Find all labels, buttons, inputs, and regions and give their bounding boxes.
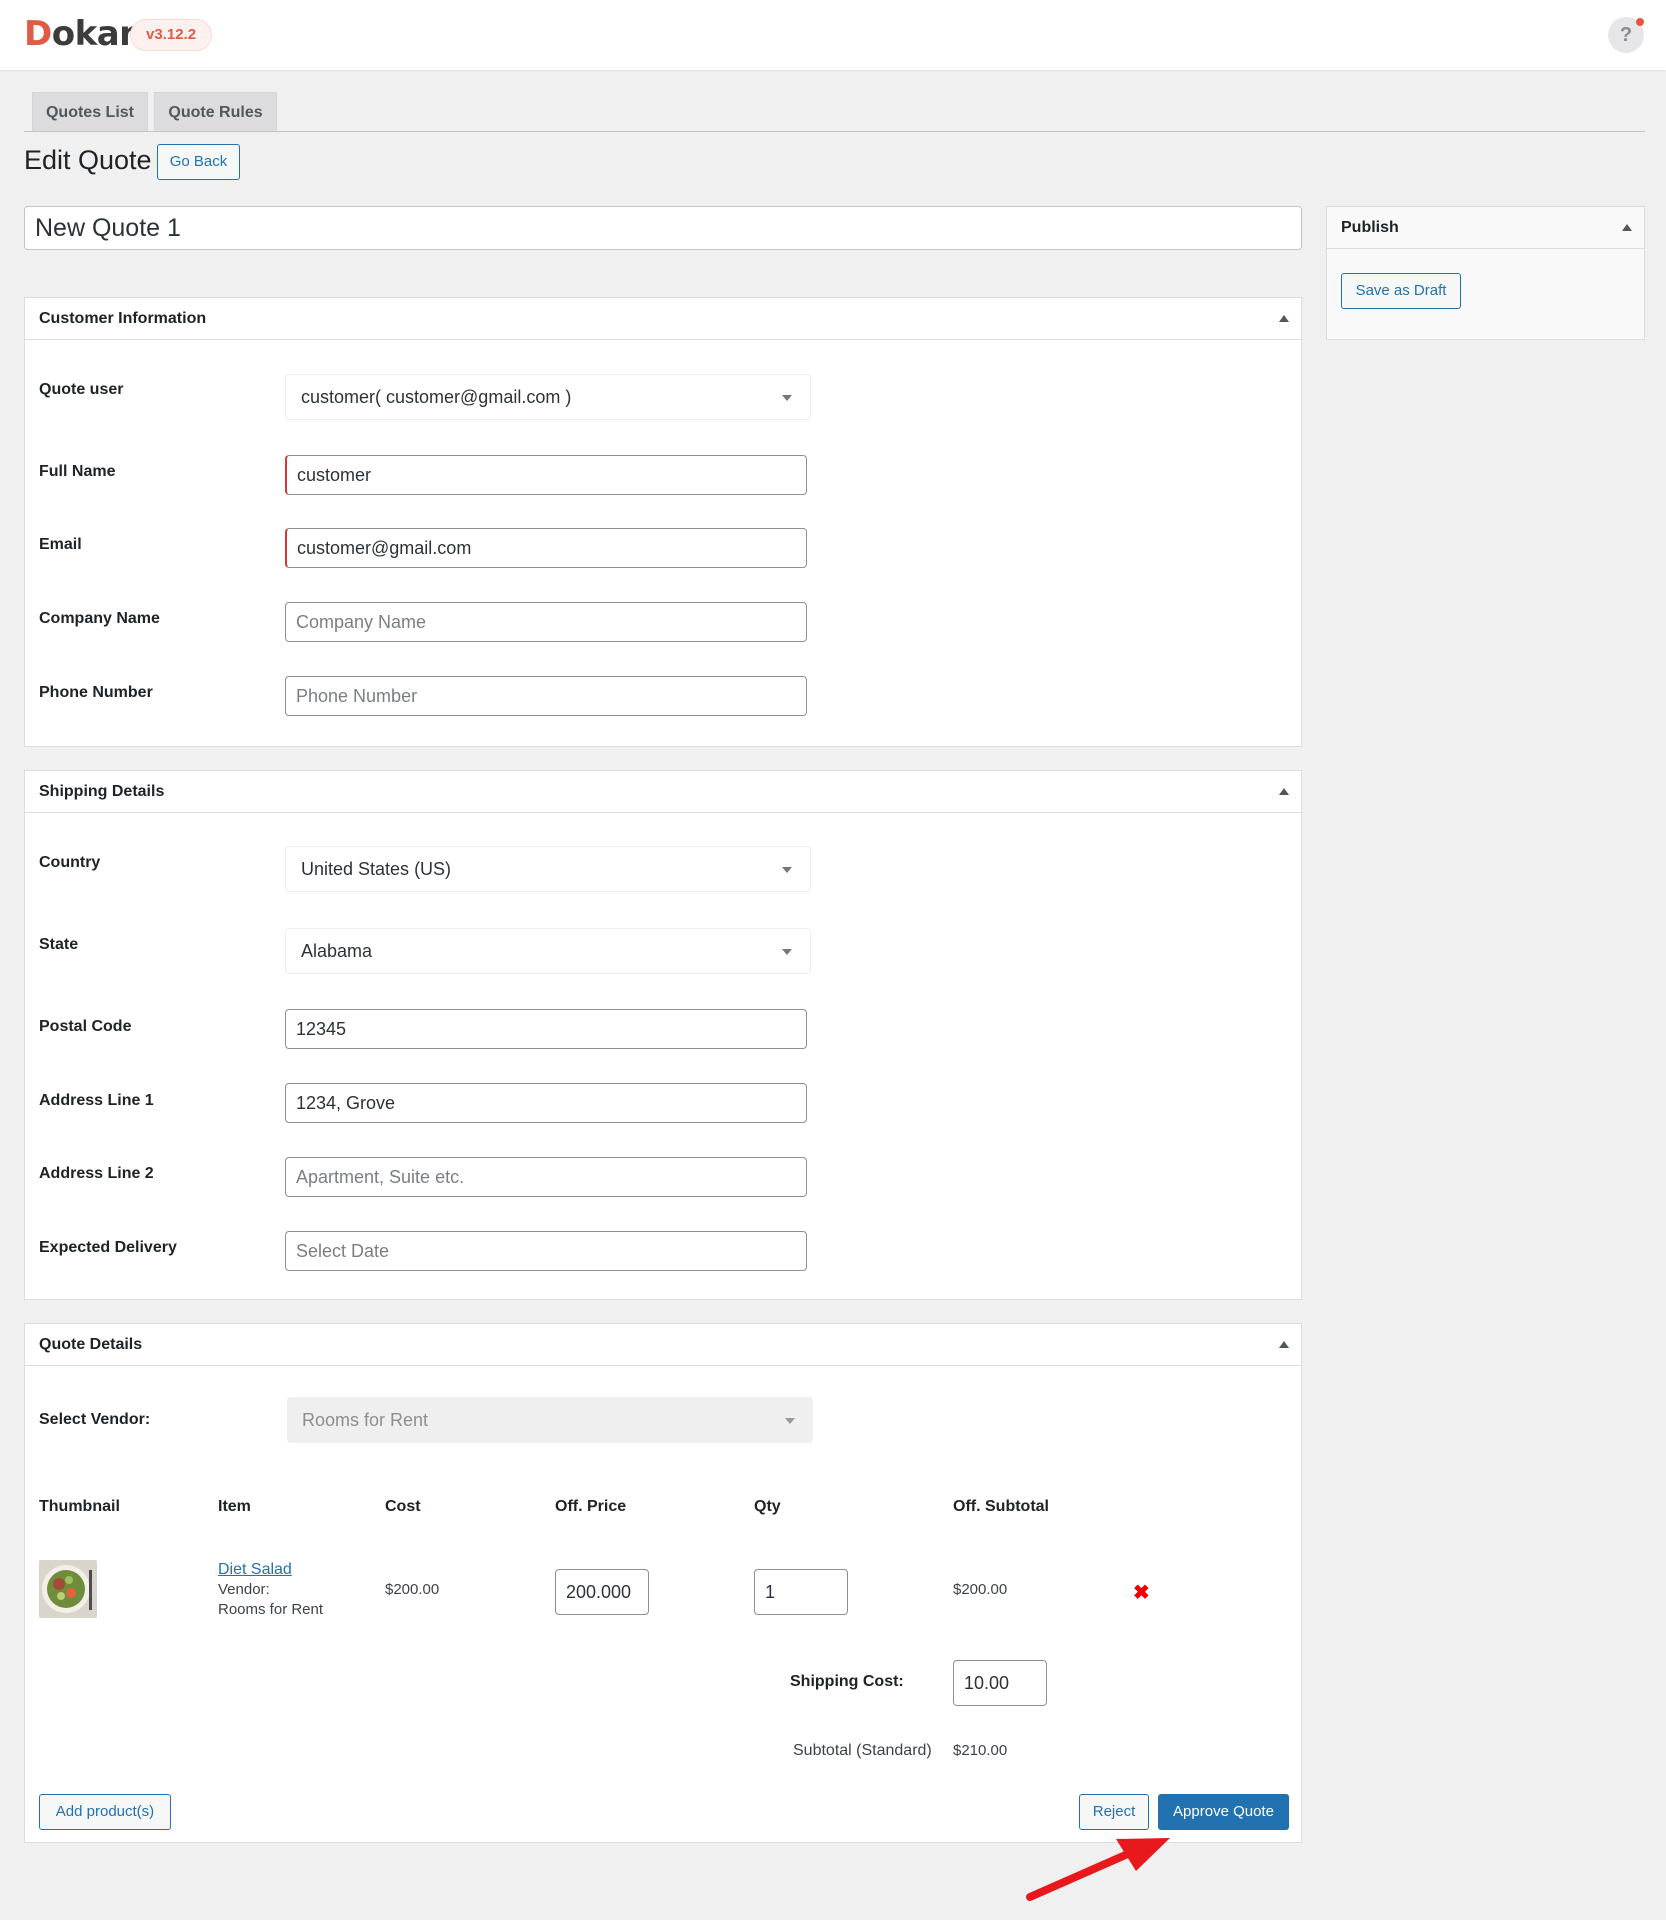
save-as-draft-button[interactable]: Save as Draft — [1341, 273, 1461, 309]
notification-dot — [1636, 18, 1644, 26]
vendor-select: Rooms for Rent — [287, 1397, 813, 1443]
chevron-down-icon — [782, 395, 792, 401]
address-line-1-input[interactable] — [285, 1083, 807, 1123]
quote-details-box: Quote Details Select Vendor: Rooms for R… — [24, 1323, 1302, 1843]
quote-user-label: Quote user — [39, 381, 124, 398]
shipping-cost-input[interactable] — [953, 1660, 1047, 1706]
annotation-arrow-icon — [1026, 1838, 1170, 1901]
customer-information-heading: Customer Information — [39, 310, 207, 327]
tab-quotes-list[interactable]: Quotes List — [32, 92, 148, 132]
email-input[interactable] — [285, 528, 807, 568]
product-link[interactable]: Diet Salad — [218, 1561, 292, 1578]
column-header-item: Item — [218, 1498, 251, 1515]
approve-quote-button[interactable]: Approve Quote — [1158, 1794, 1289, 1830]
column-header-thumbnail: Thumbnail — [39, 1498, 120, 1515]
column-header-offer-subtotal: Off. Subtotal — [953, 1498, 1049, 1515]
remove-item-icon[interactable]: ✖ — [1133, 1580, 1150, 1605]
country-select[interactable]: United States (US) — [285, 846, 811, 892]
state-select[interactable]: Alabama — [285, 928, 811, 974]
subtotal-value: $210.00 — [953, 1742, 1008, 1759]
reject-button[interactable]: Reject — [1079, 1794, 1149, 1830]
publish-heading: Publish — [1341, 219, 1399, 236]
company-name-input[interactable] — [285, 602, 807, 642]
top-bar: Dokan v3.12.2 ? — [0, 0, 1666, 70]
item-cell: Diet Salad Vendor: Rooms for Rent — [218, 1560, 323, 1620]
page-title: Edit Quote — [24, 145, 152, 175]
quote-title-input[interactable] — [24, 206, 1302, 250]
version-badge: v3.12.2 — [130, 19, 213, 51]
shipping-details-heading: Shipping Details — [39, 783, 165, 800]
email-label: Email — [39, 536, 82, 553]
phone-number-input[interactable] — [285, 676, 807, 716]
publish-box: Publish Save as Draft — [1326, 206, 1645, 340]
cost-cell: $200.00 — [385, 1581, 440, 1598]
shipping-details-header[interactable]: Shipping Details — [25, 771, 1301, 813]
full-name-label: Full Name — [39, 463, 116, 480]
full-name-input[interactable] — [285, 455, 807, 495]
quote-details-header[interactable]: Quote Details — [25, 1324, 1301, 1366]
column-header-qty: Qty — [754, 1498, 781, 1515]
column-header-offer-price: Off. Price — [555, 1498, 627, 1515]
quote-user-select[interactable]: customer( customer@gmail.com ) — [285, 374, 811, 420]
phone-number-label: Phone Number — [39, 684, 153, 701]
subtotal-label: Subtotal (Standard) — [793, 1742, 932, 1759]
customer-information-box: Customer Information Quote user customer… — [24, 297, 1302, 747]
state-label: State — [39, 936, 79, 953]
postal-code-label: Postal Code — [39, 1018, 132, 1035]
tab-quote-rules[interactable]: Quote Rules — [154, 92, 277, 132]
qty-input[interactable] — [754, 1569, 848, 1615]
product-thumbnail — [39, 1560, 97, 1618]
expected-delivery-label: Expected Delivery — [39, 1239, 177, 1256]
tabs-divider — [24, 131, 1645, 132]
help-icon: ? — [1619, 24, 1633, 46]
help-button[interactable]: ? — [1608, 17, 1644, 53]
address-line-2-label: Address Line 2 — [39, 1165, 154, 1182]
vendor-name: Rooms for Rent — [218, 1601, 324, 1618]
chevron-down-icon — [782, 949, 792, 955]
collapse-icon[interactable] — [1279, 1341, 1289, 1348]
address-line-2-input[interactable] — [285, 1157, 807, 1197]
address-line-1-label: Address Line 1 — [39, 1092, 154, 1109]
collapse-icon[interactable] — [1279, 315, 1289, 322]
company-name-label: Company Name — [39, 610, 160, 627]
chevron-down-icon — [782, 867, 792, 873]
country-label: Country — [39, 854, 101, 871]
select-vendor-label: Select Vendor: — [39, 1411, 151, 1428]
postal-code-input[interactable] — [285, 1009, 807, 1049]
publish-header[interactable]: Publish — [1327, 207, 1644, 249]
chevron-down-icon — [785, 1418, 795, 1424]
customer-information-header[interactable]: Customer Information — [25, 298, 1301, 340]
vendor-label: Vendor: — [218, 1581, 270, 1598]
add-products-button[interactable]: Add product(s) — [39, 1794, 171, 1830]
offer-price-input[interactable] — [555, 1569, 649, 1615]
collapse-icon[interactable] — [1279, 788, 1289, 795]
go-back-button[interactable]: Go Back — [157, 144, 240, 180]
dokan-logo[interactable]: Dokan — [24, 14, 143, 54]
collapse-icon[interactable] — [1622, 224, 1632, 231]
shipping-details-box: Shipping Details Country United States (… — [24, 770, 1302, 1300]
shipping-cost-label: Shipping Cost: — [790, 1673, 904, 1690]
offer-subtotal-cell: $200.00 — [953, 1581, 1008, 1598]
column-header-cost: Cost — [385, 1498, 421, 1515]
quote-details-heading: Quote Details — [39, 1336, 143, 1353]
expected-delivery-input[interactable] — [285, 1231, 807, 1271]
